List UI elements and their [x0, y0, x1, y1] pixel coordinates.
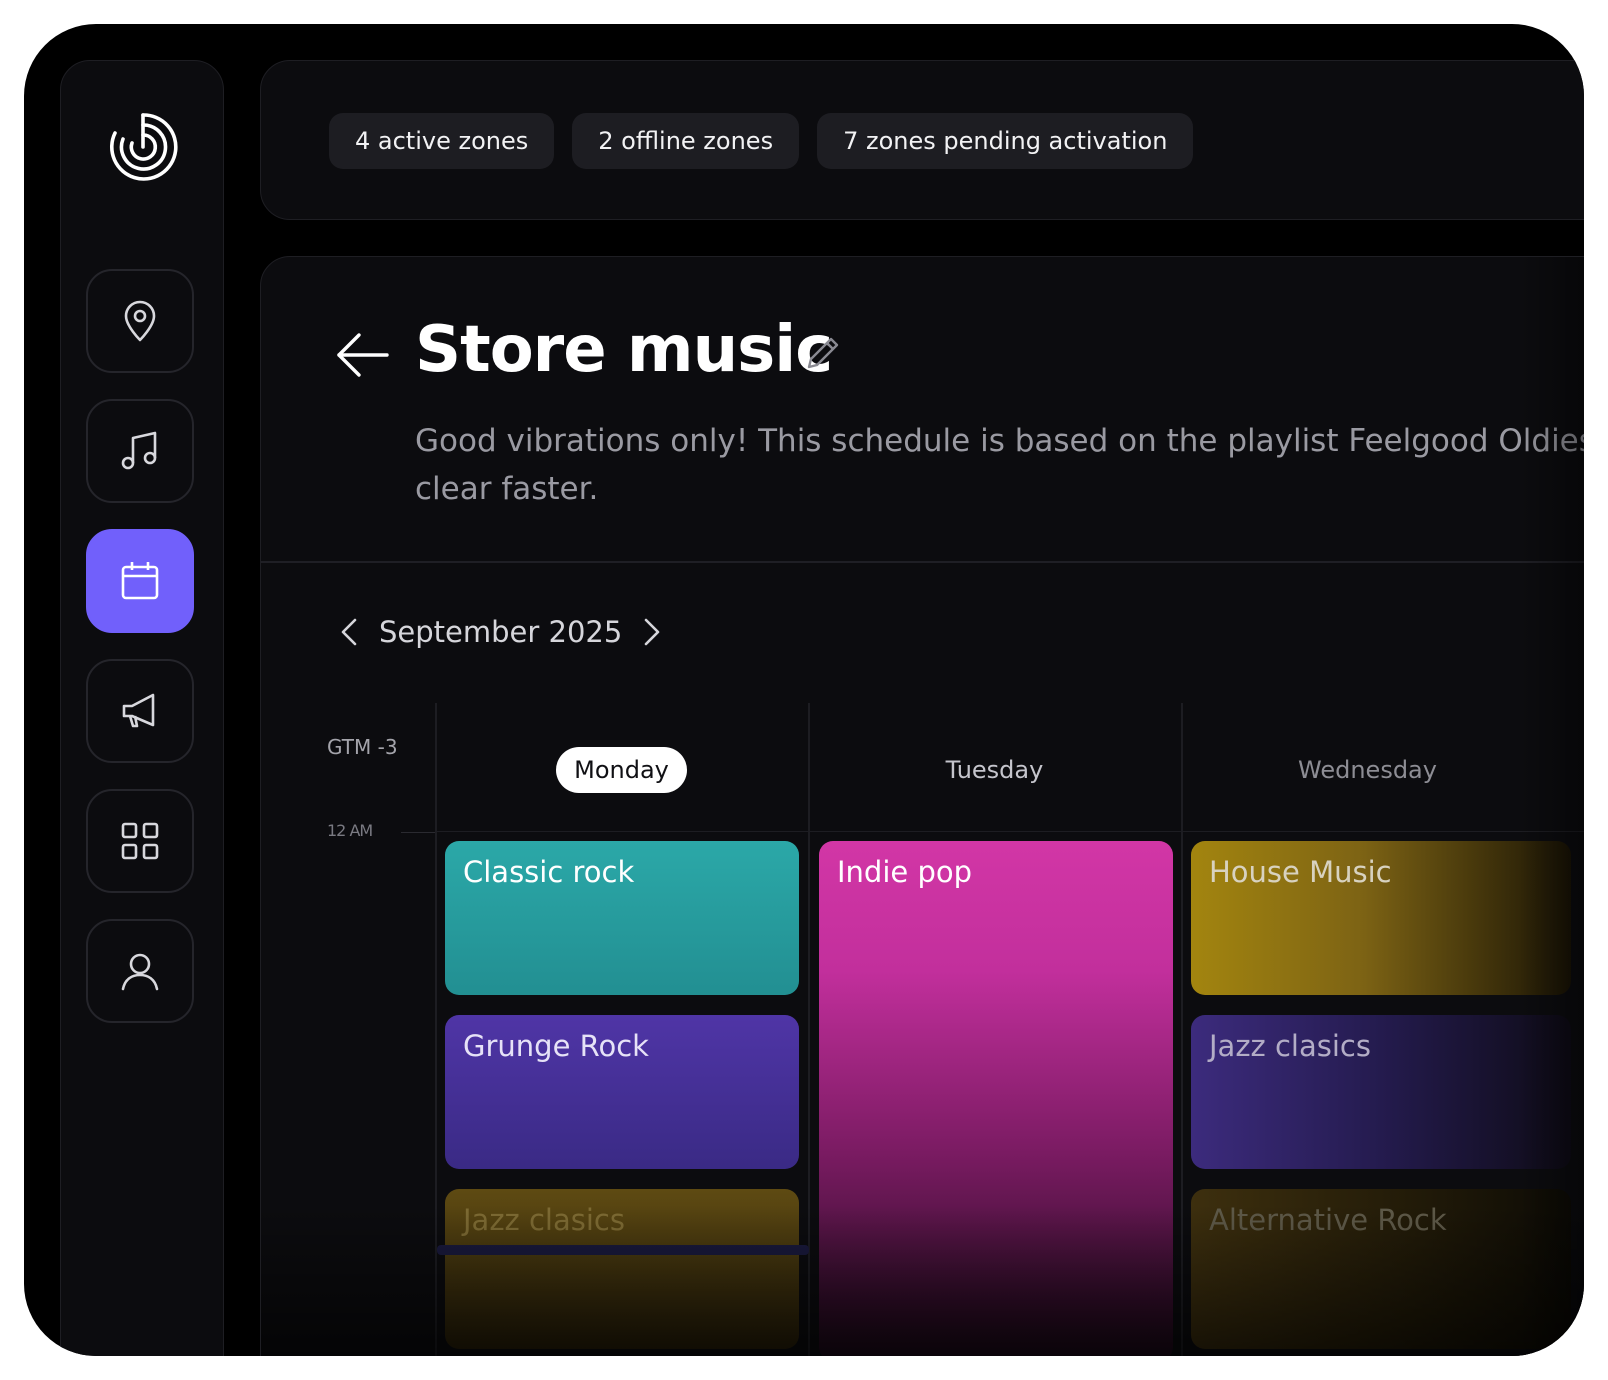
schedule-panel: Store music Good vibrations only! This s… — [260, 256, 1584, 1356]
sidebar-item-music[interactable] — [86, 399, 194, 503]
chevron-left-icon[interactable] — [335, 612, 363, 652]
sidebar — [60, 60, 224, 1356]
event-jazz-clasics-monday[interactable]: Jazz clasics — [445, 1189, 799, 1349]
schedule-description: Good vibrations only! This schedule is b… — [415, 423, 1584, 507]
event-grunge-rock[interactable]: Grunge Rock — [445, 1015, 799, 1169]
day-tuesday[interactable]: Tuesday — [946, 747, 1044, 793]
megaphone-icon — [122, 693, 155, 728]
event-indie-pop[interactable]: Indie pop — [819, 841, 1173, 1356]
event-alternative-rock[interactable]: Alternative Rock — [1191, 1189, 1571, 1349]
app-window: 4 active zones 2 offline zones 7 zones p… — [24, 24, 1584, 1356]
location-pin-icon — [124, 300, 156, 342]
divider — [261, 561, 1584, 563]
page-title: Store music — [415, 313, 833, 387]
sidebar-item-schedule[interactable] — [86, 529, 194, 633]
calendar-icon — [121, 562, 159, 600]
timezone-label: GTM -3 — [327, 735, 398, 759]
day-header-monday: Monday — [435, 747, 808, 793]
row-divider — [435, 831, 1584, 832]
column-divider — [435, 703, 437, 1356]
offline-zones-pill[interactable]: 2 offline zones — [572, 113, 800, 169]
back-arrow-icon[interactable] — [335, 327, 391, 383]
sidebar-item-locations[interactable] — [86, 269, 194, 373]
time-axis-tick — [401, 832, 435, 833]
column-divider — [1181, 703, 1183, 1356]
pencil-icon[interactable] — [803, 333, 843, 373]
month-navigator: September 2025 — [335, 612, 666, 652]
current-time-indicator — [437, 1245, 809, 1255]
logo-icon — [109, 113, 178, 181]
sidebar-item-account[interactable] — [86, 919, 194, 1023]
active-zones-pill[interactable]: 4 active zones — [329, 113, 555, 169]
grid-icon — [121, 822, 159, 860]
event-house-music[interactable]: House Music — [1191, 841, 1571, 995]
user-icon — [121, 953, 159, 991]
pending-zones-pill[interactable]: 7 zones pending activation — [817, 113, 1194, 169]
event-jazz-clasics-wednesday[interactable]: Jazz clasics — [1191, 1015, 1571, 1169]
day-wednesday[interactable]: Wednesday — [1298, 747, 1437, 793]
day-selected-pill[interactable]: Monday — [556, 747, 687, 793]
zone-status-bar: 4 active zones 2 offline zones 7 zones p… — [260, 60, 1584, 220]
time-marker: 12 AM — [327, 821, 373, 840]
day-header-tuesday: Tuesday — [808, 747, 1181, 793]
month-label: September 2025 — [379, 615, 623, 649]
sidebar-item-dashboard[interactable] — [86, 789, 194, 893]
column-divider — [808, 703, 810, 1356]
sidebar-item-announcements[interactable] — [86, 659, 194, 763]
event-classic-rock[interactable]: Classic rock — [445, 841, 799, 995]
day-header-wednesday: Wednesday — [1181, 747, 1554, 793]
music-note-icon — [121, 431, 157, 470]
chevron-right-icon[interactable] — [638, 612, 666, 652]
